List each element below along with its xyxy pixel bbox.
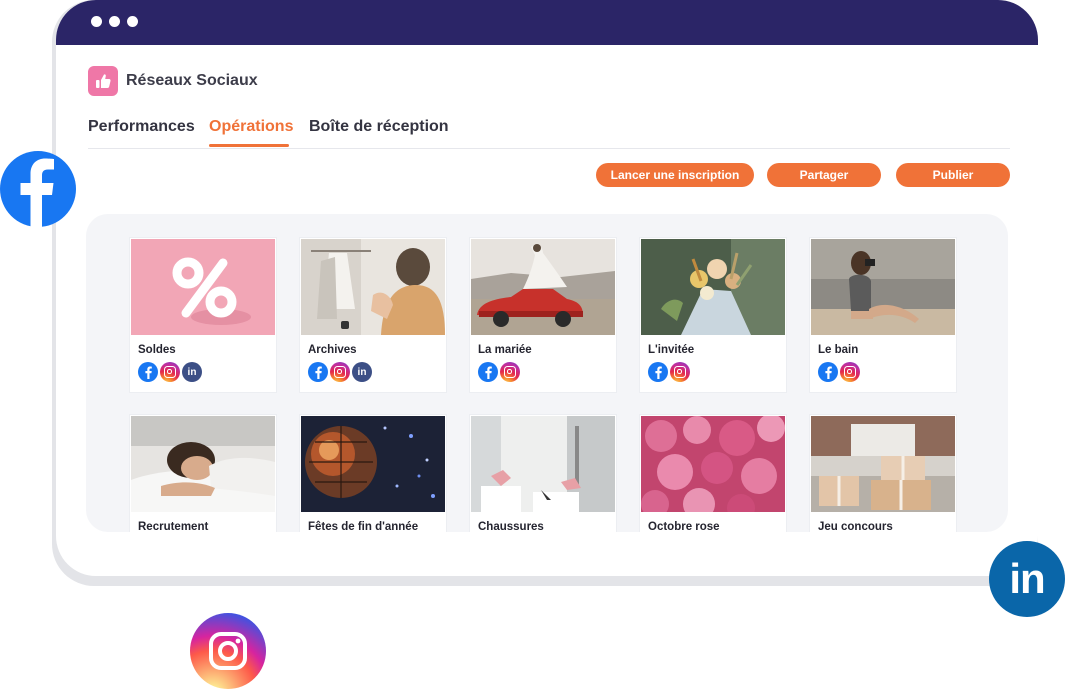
operation-label: Chaussures	[478, 521, 544, 532]
linkedin-icon: in	[182, 362, 202, 382]
operation-card[interactable]: Chaussures	[470, 415, 616, 532]
share-button[interactable]: Partager	[767, 163, 881, 187]
operation-card[interactable]: Octobre rose	[640, 415, 786, 532]
instagram-logo-icon	[190, 613, 266, 689]
operation-card[interactable]: L'invitée	[640, 238, 786, 392]
instagram-icon	[500, 362, 520, 382]
instagram-icon	[330, 362, 350, 382]
app-title: Réseaux Sociaux	[126, 72, 258, 89]
shoes-room-image	[471, 416, 615, 512]
instagram-icon	[840, 362, 860, 382]
linkedin-logo-icon: in	[989, 541, 1065, 617]
operation-label: Le bain	[818, 344, 859, 356]
operation-card[interactable]: Soldes in	[130, 238, 276, 392]
percent-sign-image	[131, 239, 275, 335]
woman-clothes-rack-image	[301, 239, 445, 335]
thumbs-up-icon	[88, 66, 118, 96]
operation-card[interactable]: La mariée	[470, 238, 616, 392]
window-dot-1[interactable]	[91, 16, 102, 27]
operation-card[interactable]: Archives in	[300, 238, 446, 392]
disco-ball-image	[301, 416, 445, 512]
instagram-icon	[670, 362, 690, 382]
window-dot-2[interactable]	[109, 16, 120, 27]
network-icons	[818, 362, 860, 382]
operation-label: La mariée	[478, 344, 532, 356]
gift-boxes-image	[811, 416, 955, 512]
operation-label: L'invitée	[648, 344, 695, 356]
operations-grid: Soldes in Archives in La mariée L'invité…	[86, 214, 1008, 532]
tab-bar: Performances Opérations Boîte de récepti…	[88, 114, 1010, 149]
tab-inbox[interactable]: Boîte de réception	[309, 118, 449, 136]
woman-sleeping-image	[131, 416, 275, 512]
operation-label: Jeu concours	[818, 521, 893, 532]
launch-subscription-button[interactable]: Lancer une inscription	[596, 163, 754, 187]
publish-button[interactable]: Publier	[896, 163, 1010, 187]
facebook-icon	[648, 362, 668, 382]
operation-label: Recrutement	[138, 521, 209, 532]
tab-operations[interactable]: Opérations	[209, 118, 293, 136]
woman-beach-camera-image	[811, 239, 955, 335]
bride-red-car-image	[471, 239, 615, 335]
operation-card[interactable]: Jeu concours	[810, 415, 956, 532]
network-icons: in	[308, 362, 372, 382]
network-icons	[648, 362, 690, 382]
app-window: Réseaux Sociaux Performances Opérations …	[56, 0, 1038, 576]
operation-label: Soldes	[138, 344, 176, 356]
window-titlebar	[56, 0, 1038, 45]
pink-flowers-image	[641, 416, 785, 512]
facebook-icon	[478, 362, 498, 382]
network-icons: in	[138, 362, 202, 382]
operation-card[interactable]: Recrutement	[130, 415, 276, 532]
operation-label: Fêtes de fin d'année	[308, 521, 419, 532]
operation-label: Archives	[308, 344, 357, 356]
operation-label: Octobre rose	[648, 521, 720, 532]
linkedin-icon: in	[352, 362, 372, 382]
flower-bouquet-image	[641, 239, 785, 335]
facebook-icon	[818, 362, 838, 382]
instagram-icon	[160, 362, 180, 382]
app-window-frame: Réseaux Sociaux Performances Opérations …	[52, 0, 1038, 586]
facebook-icon	[138, 362, 158, 382]
app-header: Réseaux Sociaux	[88, 66, 258, 96]
network-icons	[478, 362, 520, 382]
facebook-logo-icon	[0, 151, 76, 227]
operation-card[interactable]: Fêtes de fin d'année	[300, 415, 446, 532]
window-dot-3[interactable]	[127, 16, 138, 27]
facebook-icon	[308, 362, 328, 382]
operation-card[interactable]: Le bain	[810, 238, 956, 392]
active-tab-indicator	[209, 144, 289, 147]
tab-performances[interactable]: Performances	[88, 118, 195, 136]
